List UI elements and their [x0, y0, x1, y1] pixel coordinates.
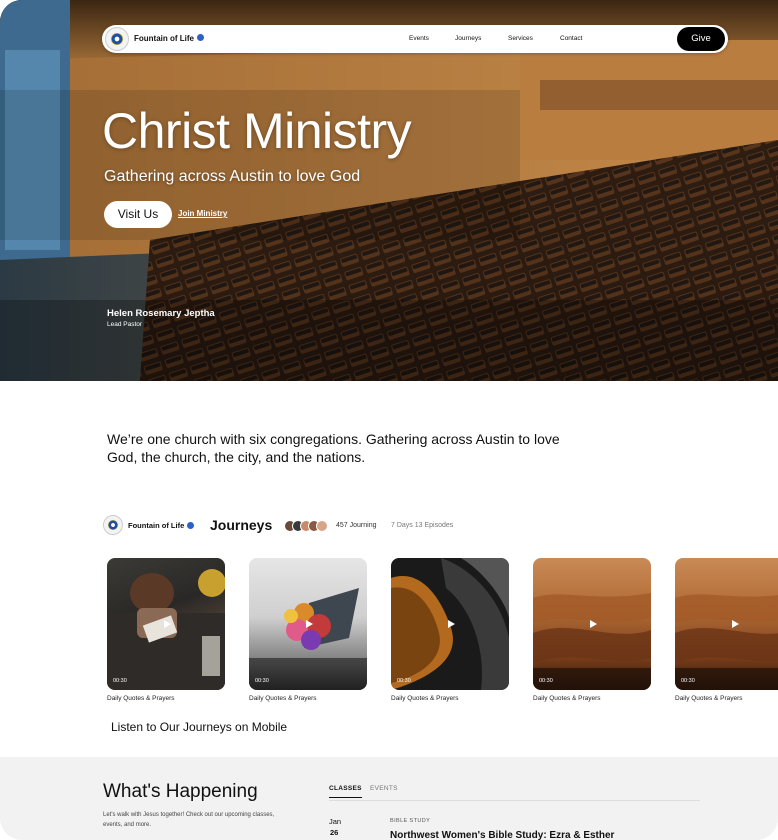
play-icon[interactable]: [585, 617, 600, 632]
nav-link-events[interactable]: Events: [409, 35, 429, 42]
play-icon[interactable]: [301, 617, 316, 632]
whats-happening-title: What's Happening: [103, 781, 258, 802]
join-ministry-link[interactable]: Join Ministry: [178, 209, 227, 218]
journey-card[interactable]: 00:30: [675, 558, 778, 690]
event-month: Jan: [329, 817, 342, 826]
intro-statement: We’re one church with six congregations.…: [107, 431, 560, 465]
page-frame: Fountain of Life Events Journeys Service…: [0, 0, 778, 840]
duration-label: 00:30: [255, 678, 269, 684]
play-icon[interactable]: [159, 617, 174, 632]
avatar: [316, 520, 328, 532]
verified-badge-icon: [187, 521, 195, 529]
brand-name[interactable]: Fountain of Life: [134, 34, 204, 43]
duration-label: 00:30: [397, 678, 411, 684]
nav-link-contact[interactable]: Contact: [560, 35, 582, 42]
listen-on-mobile-link[interactable]: Listen to Our Journeys on Mobile: [111, 720, 287, 734]
event-day: 26: [330, 828, 339, 837]
card-caption: Daily Quotes & Prayers: [533, 695, 601, 702]
nav-link-journeys[interactable]: Journeys: [455, 35, 481, 42]
journey-meta: 7 Days 13 Episodes: [391, 522, 454, 529]
card-caption: Daily Quotes & Prayers: [675, 695, 743, 702]
play-icon[interactable]: [727, 617, 742, 632]
card-caption: Daily Quotes & Prayers: [391, 695, 459, 702]
tab-classes[interactable]: CLASSES: [329, 785, 362, 798]
journeyers-avatar-stack: [284, 520, 336, 532]
tab-events[interactable]: EVENTS: [370, 785, 398, 792]
nav-link-services[interactable]: Services: [508, 35, 533, 42]
whats-happening-description: Let's walk with Jesus together! Check ou…: [103, 812, 275, 828]
card-caption: Daily Quotes & Prayers: [249, 695, 317, 702]
journey-card[interactable]: 00:30: [533, 558, 651, 690]
pastor-name: Helen Rosemary Jeptha: [107, 308, 215, 319]
journey-card[interactable]: 00:30: [249, 558, 367, 690]
duration-label: 00:30: [681, 678, 695, 684]
journey-card[interactable]: 00:30: [391, 558, 509, 690]
hero-title: Christ Ministry: [102, 103, 412, 159]
event-title[interactable]: Northwest Women's Bible Study: Ezra & Es…: [390, 830, 614, 840]
card-caption: Daily Quotes & Prayers: [107, 695, 175, 702]
journeys-brand-name[interactable]: Fountain of Life: [128, 521, 195, 530]
event-category: BIBLE STUDY: [390, 818, 431, 824]
church-logo-icon[interactable]: [105, 27, 129, 51]
duration-label: 00:30: [539, 678, 553, 684]
play-icon[interactable]: [443, 617, 458, 632]
journey-card[interactable]: 00:30: [107, 558, 225, 690]
visit-us-button[interactable]: Visit Us: [104, 201, 172, 228]
church-logo-icon[interactable]: [103, 515, 123, 535]
pastor-role: Lead Pastor: [107, 321, 143, 328]
duration-label: 00:30: [113, 678, 127, 684]
happening-tabs: CLASSES EVENTS: [329, 785, 700, 801]
give-button[interactable]: Give: [677, 27, 725, 51]
hero-section: Fountain of Life Events Journeys Service…: [0, 0, 778, 381]
journeying-count: 457 Journing: [336, 522, 377, 529]
journeys-title: Journeys: [210, 517, 273, 533]
verified-badge-icon: [197, 34, 204, 42]
hero-subtitle: Gathering across Austin to love God: [104, 168, 361, 185]
top-navbar: Fountain of Life Events Journeys Service…: [102, 25, 728, 53]
